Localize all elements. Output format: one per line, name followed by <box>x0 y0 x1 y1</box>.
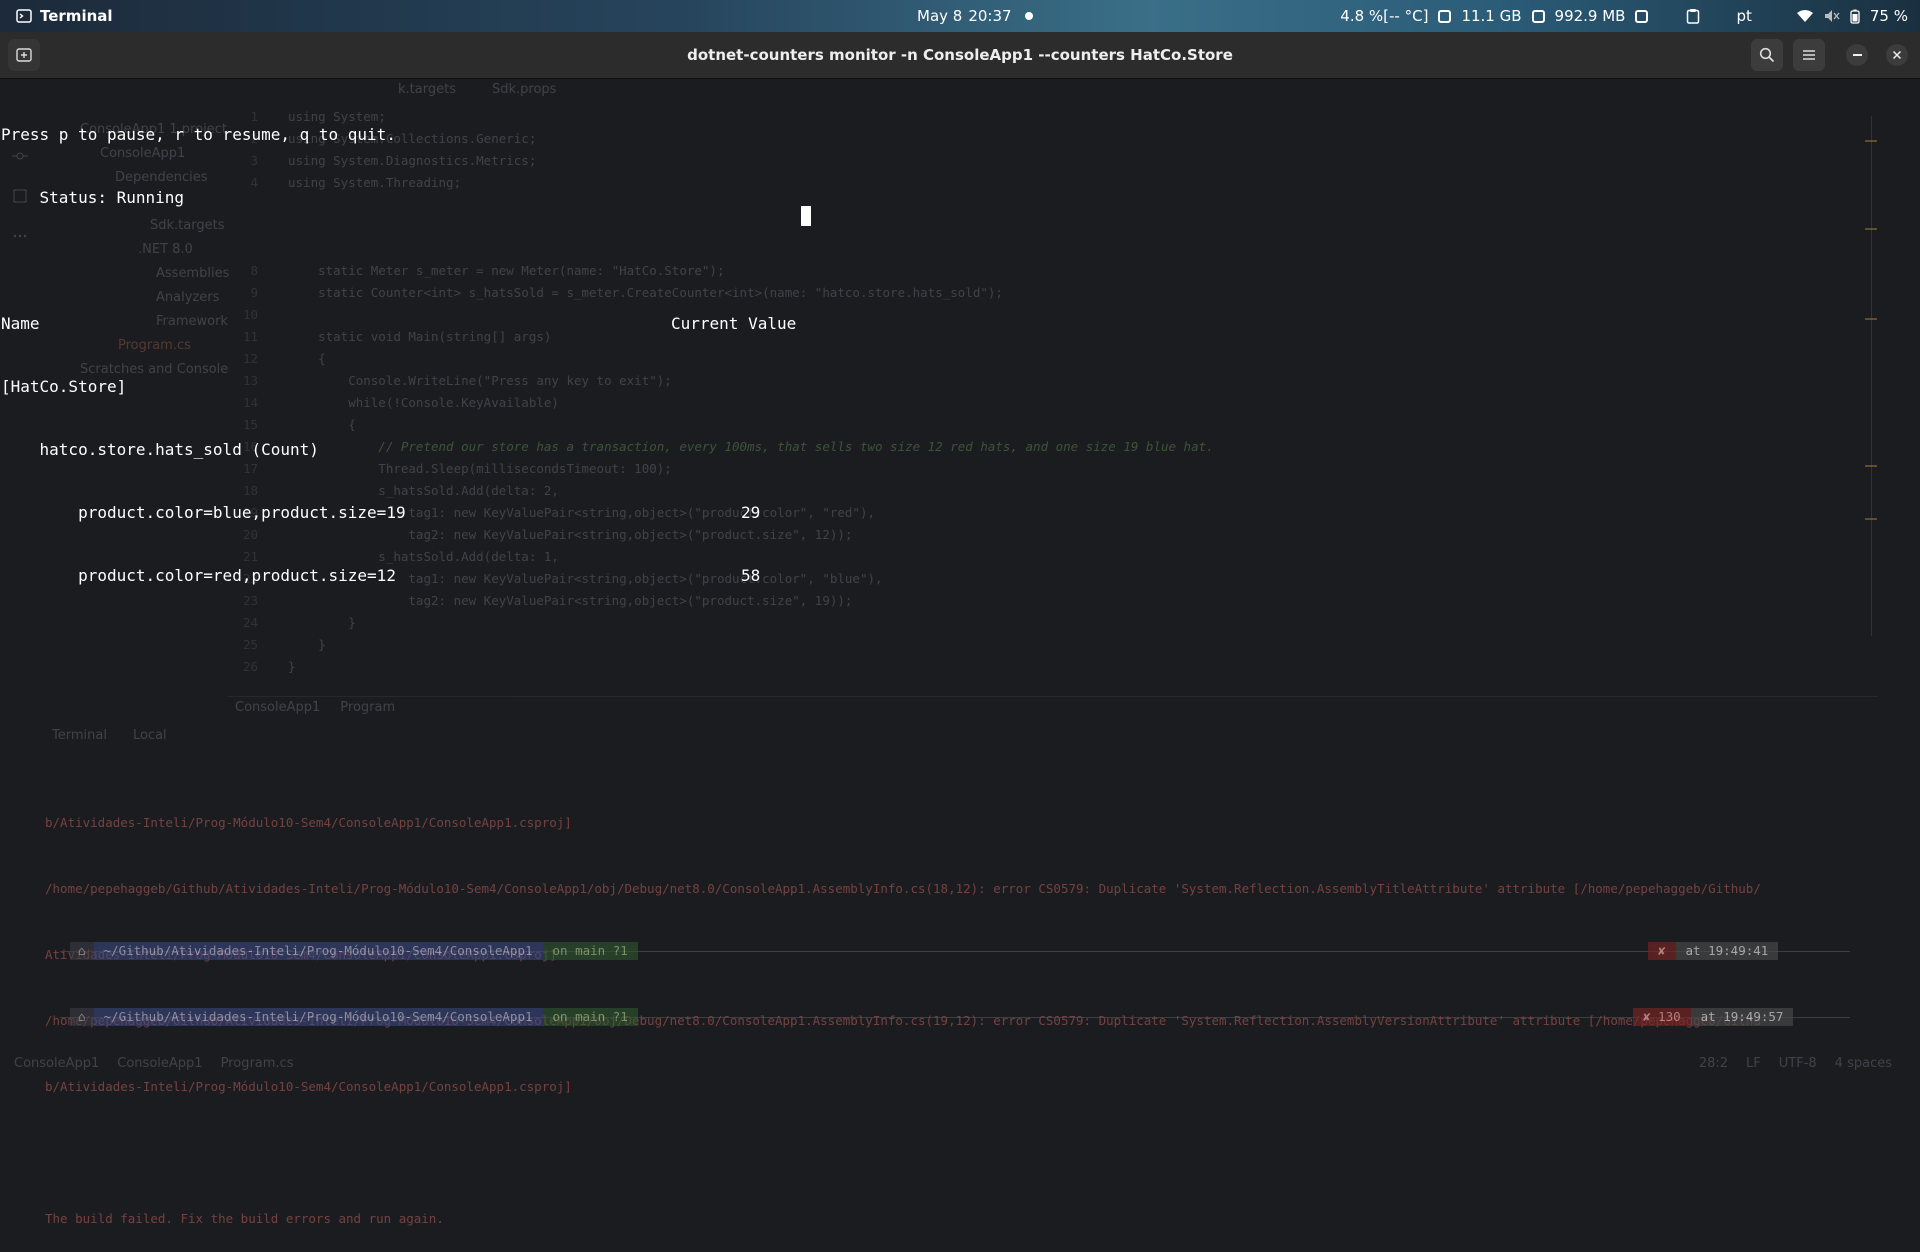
build-line: The build failed. Fix the build errors a… <box>45 1211 444 1226</box>
clipboard-icon[interactable] <box>1686 8 1700 24</box>
column-header-name: Name <box>1 314 40 333</box>
hamburger-menu-icon <box>1803 50 1815 60</box>
scroll-marker <box>1865 318 1877 320</box>
app-name: Terminal <box>40 7 113 25</box>
prompt-right: ✘ 130 at 19:49:57 <box>1633 1008 1794 1026</box>
build-line: /home/pepehaggeb/Github/Atividades-Intel… <box>45 881 1761 896</box>
system-tray[interactable]: 4.8 %[-- °C] 11.1 GB 992.9 MB pt 75 % <box>1340 0 1908 32</box>
minimize-icon <box>1852 54 1862 56</box>
build-line <box>45 1142 1761 1164</box>
menu-button[interactable] <box>1793 39 1825 71</box>
close-button[interactable] <box>1886 44 1908 66</box>
prompt-path: ~/Github/Atividades-Inteli/Prog-Módulo10… <box>93 942 543 960</box>
table-row: product.color=blue,product.size=19 29 <box>1 502 796 523</box>
code-line: 25 } <box>238 634 1214 656</box>
prompt-os-segment: ⌂ <box>70 942 94 960</box>
close-icon <box>1892 50 1902 60</box>
table-header: Name Current Value <box>1 313 796 334</box>
instructions-line: Press p to pause, r to resume, q to quit… <box>1 125 396 144</box>
shell-prompt: ⌂ ~/Github/Atividades-Inteli/Prog-Módulo… <box>70 1008 638 1026</box>
terminal-icon <box>16 9 32 23</box>
editor-breadcrumbs: ConsoleApp1 Program <box>235 700 395 715</box>
prompt-path: ~/Github/Atividades-Inteli/Prog-Módulo10… <box>93 1008 543 1026</box>
line-number: 26 <box>242 659 258 674</box>
provider-line: [HatCo.Store] <box>1 377 127 396</box>
swap-text: 992.9 MB <box>1554 7 1626 25</box>
cpu-text: 4.8 %[-- °C] <box>1340 7 1429 25</box>
terminal-cursor <box>801 206 811 226</box>
clock[interactable]: May 8 20:37 <box>917 0 1012 32</box>
tool-tab-terminal: Terminal <box>52 728 107 743</box>
prompt-error-segment: ✘ <box>1648 942 1676 960</box>
column-header-value: Current Value <box>671 314 797 333</box>
swap-icon <box>1635 9 1649 23</box>
wifi-icon[interactable] <box>1796 9 1814 23</box>
line-number: 24 <box>242 615 258 630</box>
row-label: product.color=blue,product.size=19 <box>1 503 406 522</box>
battery-text: 75 % <box>1869 7 1908 25</box>
keyboard-layout[interactable]: pt <box>1736 7 1751 25</box>
terminal-output[interactable]: Press p to pause, r to resume, q to quit… <box>1 82 796 607</box>
memory-text: 11.1 GB <box>1461 7 1522 25</box>
prompt-error-segment: ✘ 130 <box>1633 1008 1691 1026</box>
volume-muted-icon[interactable] <box>1824 9 1840 23</box>
scroll-marker <box>1865 465 1877 467</box>
prompt-time: at 19:49:41 <box>1675 942 1779 960</box>
row-value: 58 <box>741 566 761 585</box>
battery-icon[interactable] <box>1850 9 1860 24</box>
prompt-branch: on main ?1 <box>542 1008 638 1026</box>
code-text: } <box>288 637 326 652</box>
editor-divider <box>228 696 1878 697</box>
status-item: 4 spaces <box>1834 1056 1892 1071</box>
status-line: Status: Running <box>1 188 185 207</box>
prompt-branch: on main ?1 <box>542 942 638 960</box>
row-label: product.color=red,product.size=12 <box>1 566 396 585</box>
scroll-marker <box>1865 228 1877 230</box>
shell-prompt: ⌂ ~/Github/Atividades-Inteli/Prog-Módulo… <box>70 942 638 960</box>
memory-icon <box>1531 9 1545 23</box>
breadcrumb-item: Program <box>340 700 396 715</box>
code-text: } <box>288 659 296 674</box>
row-value: 29 <box>741 503 761 522</box>
tool-tab-local: Local <box>132 728 167 743</box>
notification-dot <box>1025 12 1033 20</box>
tool-window-tabs: Terminal Local <box>52 728 167 743</box>
top-bar: Terminal May 8 20:37 4.8 %[-- °C] 11.1 G… <box>0 0 1920 32</box>
table-row: product.color=red,product.size=12 58 <box>1 565 796 586</box>
window-title: dotnet-counters monitor -n ConsoleApp1 -… <box>687 46 1233 64</box>
cpu-icon <box>1438 9 1452 23</box>
date-text: May 8 <box>917 7 963 25</box>
prompt-right: ✘ at 19:49:41 <box>1648 942 1779 960</box>
line-number: 25 <box>242 637 258 652</box>
code-text: } <box>288 615 356 630</box>
code-line: 26} <box>238 656 1214 678</box>
prompt-time: at 19:49:57 <box>1690 1008 1794 1026</box>
scroll-marker <box>1865 518 1877 520</box>
scroll-marker <box>1865 140 1877 142</box>
time-text: 20:37 <box>968 7 1012 25</box>
counter-line: hatco.store.hats_sold (Count) <box>1 440 319 459</box>
terminal-scrollbar[interactable] <box>1871 116 1880 636</box>
terminal-headerbar: dotnet-counters monitor -n ConsoleApp1 -… <box>0 32 1920 79</box>
build-line: b/Atividades-Inteli/Prog-Módulo10-Sem4/C… <box>45 815 572 830</box>
minimize-button[interactable] <box>1846 44 1868 66</box>
prompt-os-segment: ⌂ <box>70 1008 94 1026</box>
search-button[interactable] <box>1751 39 1783 71</box>
breadcrumb-item: ConsoleApp1 <box>235 700 321 715</box>
code-line: 24 } <box>238 612 1214 634</box>
activities-app-menu[interactable]: Terminal <box>16 0 113 32</box>
build-line: b/Atividades-Inteli/Prog-Módulo10-Sem4/C… <box>45 1079 572 1094</box>
status-item: UTF-8 <box>1778 1056 1817 1071</box>
search-icon <box>1759 47 1775 63</box>
